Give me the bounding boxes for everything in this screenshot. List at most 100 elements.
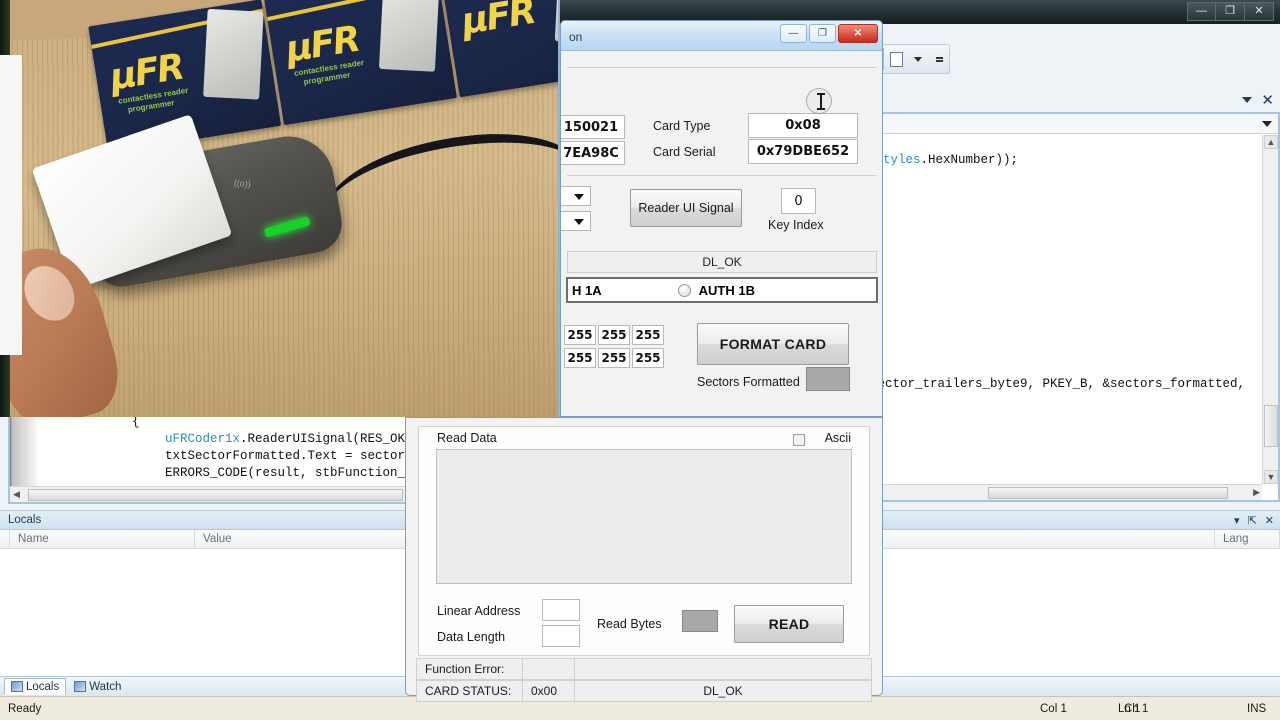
code-left-line-2: txtSectorFormatted.Text = sector <box>165 449 406 463</box>
card-type-field[interactable]: 0x08 <box>748 113 858 138</box>
reader-ui-signal-button[interactable]: Reader UI Signal <box>630 189 742 227</box>
format-card-button[interactable]: FORMAT CARD <box>697 323 849 365</box>
sectors-formatted-field[interactable] <box>806 367 850 391</box>
linear-address-input[interactable] <box>542 599 580 621</box>
chevron-down-icon <box>913 56 922 62</box>
toolbar-overflow-button[interactable] <box>930 48 949 70</box>
function-error-text <box>575 659 871 679</box>
key-byte-field[interactable]: 255 <box>598 348 630 368</box>
status-col-number: Col 1 <box>1040 702 1067 715</box>
code-text-area[interactable]: rStyles.HexNumber)); sector_trailers_byt… <box>868 135 1278 500</box>
read-bytes-field[interactable] <box>682 610 718 632</box>
auth-mode-row[interactable]: H 1A AUTH 1B <box>566 277 878 303</box>
dialog-close-button[interactable]: ✕ <box>838 24 878 43</box>
read-button[interactable]: READ <box>734 605 844 643</box>
ide-window-controls: — ❐ ✕ <box>1187 2 1274 21</box>
locals-col-lang[interactable]: Lang <box>1215 530 1280 548</box>
key-select-combo-2[interactable] <box>561 211 591 231</box>
key-byte-field[interactable]: 255 <box>632 348 664 368</box>
data-length-input[interactable] <box>542 625 580 647</box>
document-icon <box>889 51 903 67</box>
code-left-line-3: ERRORS_CODE(result, stbFunction_ <box>165 466 406 480</box>
chevron-down-icon <box>574 194 584 200</box>
auth-1b-radio[interactable] <box>677 283 691 297</box>
ide-minimize-button[interactable]: — <box>1187 2 1216 21</box>
code-left-line-0: { <box>132 415 140 429</box>
read-data-group: Read Data Ascii Linear Address Data Leng… <box>418 426 870 656</box>
editor-tab-list-icon[interactable] <box>1242 97 1252 103</box>
data-length-label: Data Length <box>437 630 506 644</box>
card-status-code: 0x00 <box>523 681 575 701</box>
code-horizontal-scrollbar[interactable]: ▶ <box>868 484 1262 500</box>
key-byte-field[interactable]: 255 <box>564 348 596 368</box>
function-error-row: Function Error: <box>416 658 872 680</box>
scroll-down-arrow[interactable]: ▼ <box>1264 470 1278 484</box>
locals-col-icon <box>0 530 10 548</box>
key-select-combo-1[interactable] <box>561 186 591 206</box>
card-status-text: DL_OK <box>703 684 743 698</box>
key-index-field[interactable]: 0 <box>781 188 816 214</box>
ide-maximize-button[interactable]: ❐ <box>1216 2 1245 21</box>
member-combo[interactable] <box>868 114 1278 134</box>
ascii-checkbox[interactable] <box>793 434 805 446</box>
chevron-down-icon <box>574 219 584 225</box>
key-byte-field[interactable]: 255 <box>632 325 664 345</box>
dialog-body: 150021 7EA98C Card Type 0x08 Card Serial… <box>561 51 882 416</box>
function-error-label: Function Error: <box>417 659 523 679</box>
sectors-formatted-label: Sectors Formatted <box>697 375 800 389</box>
panel-close-icon[interactable]: ✕ <box>1265 512 1274 530</box>
status-insert-mode: INS <box>1247 702 1267 715</box>
key-byte-field[interactable]: 255 <box>598 325 630 345</box>
tab-watch[interactable]: Watch <box>68 678 127 695</box>
read-bytes-label: Read Bytes <box>597 617 662 631</box>
panel-pin-icon[interactable]: ⇱ <box>1248 512 1257 530</box>
card-status-row: CARD STATUS: 0x00 DL_OK <box>416 680 872 702</box>
auth-1b-label: AUTH 1B <box>698 282 755 298</box>
read-data-label: Read Data <box>437 431 497 445</box>
dialog-title-bar[interactable]: on — ❐ ✕ <box>561 21 882 51</box>
overflow-icon <box>936 56 944 62</box>
panel-dropdown-icon[interactable]: ▾ <box>1234 512 1240 530</box>
dialog-bottom-panel: Read Data Ascii Linear Address Data Leng… <box>405 417 883 702</box>
linear-address-label: Linear Address <box>437 604 521 618</box>
code-scroll-thumb[interactable] <box>1264 405 1278 447</box>
function-error-value <box>523 659 575 679</box>
ide-close-button[interactable]: ✕ <box>1245 2 1274 21</box>
code-token-class: uFRCoder1x <box>165 432 241 446</box>
separator-top <box>567 67 876 68</box>
cursor-halo <box>806 88 832 114</box>
separator-mid <box>567 175 876 176</box>
code-vertical-scrollbar[interactable]: ▲ ▼ <box>1262 135 1278 484</box>
editor-close-icon[interactable]: ✕ <box>1261 93 1274 108</box>
tab-locals[interactable]: Locals <box>4 678 67 695</box>
locals-panel-title: Locals <box>8 514 42 526</box>
code-editor-left[interactable]: { uFRCoder1x.ReaderUISignal(RES_OK txtSe… <box>8 412 418 504</box>
toolbar-dropdown-button[interactable] <box>909 48 928 70</box>
status-ready-text: Ready <box>8 702 42 715</box>
reader-led-indicator <box>263 216 311 238</box>
code-left-line-1: uFRCoder1x.ReaderUISignal(RES_OK <box>165 432 405 446</box>
locals-col-name[interactable]: Name <box>10 530 195 548</box>
code-editor-right[interactable]: rStyles.HexNumber)); sector_trailers_byt… <box>866 112 1280 502</box>
code-line-1: rStyles.HexNumber)); <box>868 153 1018 167</box>
code-line-2: sector_trailers_byte9, PKEY_B, &sectors_… <box>870 377 1246 391</box>
code-left-hscroll-thumb[interactable] <box>28 489 403 501</box>
code-left-hscrollbar[interactable]: ◀ <box>10 486 416 502</box>
tab-locals-label: Locals <box>26 680 60 693</box>
code-hscroll-thumb[interactable] <box>988 487 1228 499</box>
scroll-up-arrow[interactable]: ▲ <box>1264 135 1278 149</box>
status-char-number: Ch 1 <box>1124 702 1149 715</box>
reader-serial-field[interactable]: 150021 <box>561 115 625 139</box>
read-data-textarea[interactable] <box>436 449 852 584</box>
card-uid-field[interactable]: 7EA98C <box>561 141 625 165</box>
dialog-maximize-button[interactable]: ❐ <box>809 24 836 43</box>
dialog-minimize-button[interactable]: — <box>780 24 807 43</box>
configuration-button[interactable] <box>887 48 906 70</box>
card-serial-field[interactable]: 0x79DBE652 <box>748 139 858 164</box>
key-byte-field[interactable]: 255 <box>564 325 596 345</box>
auth-1a-label: H 1A <box>572 282 602 298</box>
code-token-call: .ReaderUISignal(RES_OK <box>240 432 406 446</box>
locals-panel-tools: ▾ ⇱ ✕ <box>1234 512 1274 530</box>
tab-watch-label: Watch <box>89 680 122 693</box>
card-type-label: Card Type <box>653 119 711 133</box>
